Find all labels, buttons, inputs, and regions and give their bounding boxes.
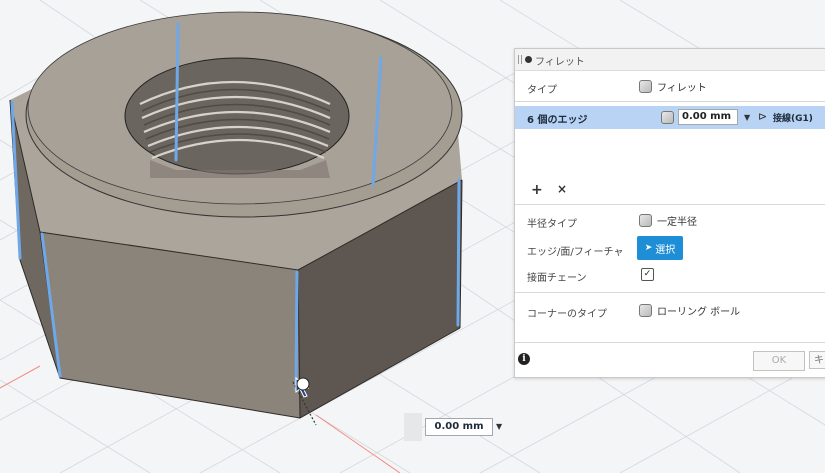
tangent-chain-checkbox[interactable]: ✓ xyxy=(641,268,654,281)
remove-edge-button[interactable]: × xyxy=(557,182,567,196)
grip-icon[interactable] xyxy=(518,55,522,64)
divider xyxy=(515,292,825,293)
select-button-label: 選択 xyxy=(655,244,676,256)
edges-selection-row[interactable]: 6 個のエッジ 0.00 mm ▼ ⊳ 接線(G1) xyxy=(515,106,825,129)
radius-type-dropdown[interactable]: 一定半径 xyxy=(639,213,697,228)
type-value: フィレット xyxy=(657,83,707,94)
constant-radius-icon xyxy=(639,214,652,227)
fillet-icon xyxy=(639,80,652,93)
edge-face-feature-label: エッジ/面/フィーチャ xyxy=(527,247,624,258)
x-axis-line xyxy=(0,365,41,389)
type-dropdown[interactable]: フィレット xyxy=(639,79,707,94)
edges-count-label: 6 個のエッジ xyxy=(527,115,588,126)
dropdown-arrow-icon[interactable]: ▼ xyxy=(744,113,750,122)
corner-type-value: ローリング ボール xyxy=(657,307,741,318)
select-arrow-icon: ➤ xyxy=(644,243,653,253)
continuity-value[interactable]: 接線(G1) xyxy=(773,111,813,124)
corner-type-dropdown[interactable]: ローリング ボール xyxy=(639,303,740,318)
radius-type-label: 半径タイプ xyxy=(527,219,577,230)
dropdown-arrow-icon[interactable]: ▼ xyxy=(496,422,502,431)
corner-rolling-ball-icon xyxy=(639,304,652,317)
dialog-title: フィレット xyxy=(535,57,585,68)
dialog-title-bar[interactable]: フィレット xyxy=(515,49,825,71)
fillet-icon xyxy=(661,111,674,124)
y-axis-line xyxy=(315,414,401,473)
radius-input[interactable]: 0.00 mm xyxy=(678,109,738,125)
select-button[interactable]: ➤ 選択 xyxy=(637,236,683,260)
continuity-icon: ⊳ xyxy=(758,110,768,123)
divider xyxy=(515,204,825,205)
type-label: タイプ xyxy=(527,85,557,96)
ok-button[interactable]: OK xyxy=(753,351,805,371)
radius-inline-input[interactable]: 0.00 mm xyxy=(425,418,493,436)
fillet-dialog: フィレット タイプ フィレット 6 個のエッジ 0.00 mm ▼ ⊳ 接線(G… xyxy=(514,48,825,378)
hex-nut-model[interactable] xyxy=(9,11,463,419)
radius-type-value: 一定半径 xyxy=(657,217,697,228)
dialog-bullet-icon xyxy=(525,56,532,63)
add-edge-button[interactable]: + xyxy=(531,182,543,198)
divider xyxy=(515,342,825,343)
tangent-chain-label: 接面チェーン xyxy=(527,273,587,284)
inline-input-handle xyxy=(404,413,422,441)
divider xyxy=(515,101,825,102)
corner-type-label: コーナーのタイプ xyxy=(527,309,607,320)
info-icon[interactable]: i xyxy=(518,353,530,365)
cancel-button[interactable]: キ xyxy=(809,351,825,369)
